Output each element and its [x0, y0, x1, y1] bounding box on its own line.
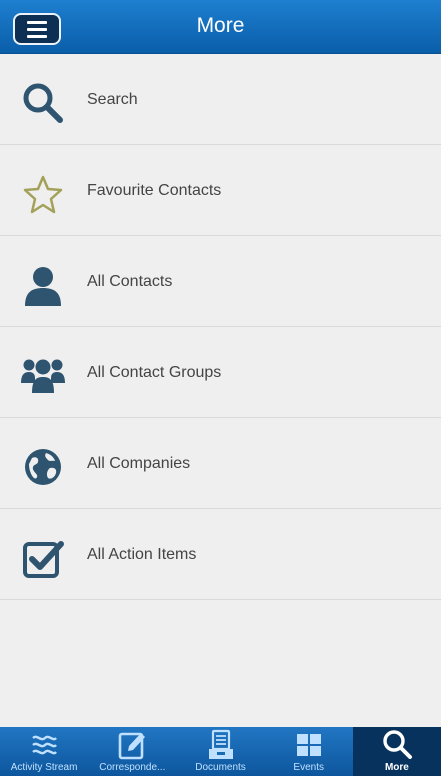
menu-item-label: All Contact Groups [87, 364, 222, 381]
more-menu-list: Search Favourite Contacts All Contacts A… [0, 54, 441, 600]
menu-item-label: All Companies [87, 455, 191, 472]
menu-item-label: All Contacts [87, 273, 173, 290]
tab-documents[interactable]: Documents [176, 727, 264, 776]
menu-item-all-contacts[interactable]: All Contacts [0, 236, 441, 327]
search-icon [383, 730, 412, 759]
star-icon [23, 175, 63, 214]
tab-events[interactable]: Events [265, 727, 353, 776]
grid-icon [296, 734, 321, 756]
menu-item-all-contact-groups[interactable]: All Contact Groups [0, 327, 441, 418]
waves-icon [32, 735, 58, 755]
menu-item-search[interactable]: Search [0, 54, 441, 145]
page-title: More [196, 14, 245, 37]
globe-icon [25, 449, 61, 485]
search-icon [23, 83, 63, 123]
group-icon [21, 359, 65, 393]
tab-label: Activity Stream [10, 762, 78, 773]
menu-item-label: Favourite Contacts [87, 182, 222, 199]
tab-label: Corresponde... [99, 762, 166, 773]
bottom-tab-bar: Activity Stream Corresponde... Documents… [0, 727, 441, 776]
checkbox-icon [23, 541, 64, 578]
person-icon [25, 267, 61, 306]
menu-item-favourite-contacts[interactable]: Favourite Contacts [0, 145, 441, 236]
menu-item-all-action-items[interactable]: All Action Items [0, 509, 441, 600]
menu-item-label: All Action Items [87, 546, 197, 563]
tab-label: Documents [195, 762, 246, 773]
tab-label: Events [293, 762, 324, 773]
header-bar: More [0, 0, 441, 54]
menu-item-all-companies[interactable]: All Companies [0, 418, 441, 509]
tab-activity-stream[interactable]: Activity Stream [0, 727, 88, 776]
edit-icon [118, 732, 146, 760]
tab-correspondence[interactable]: Corresponde... [88, 727, 176, 776]
menu-item-label: Search [87, 91, 138, 108]
tab-label: More [384, 762, 409, 773]
document-tray-icon [208, 729, 233, 759]
tab-more[interactable]: More [352, 727, 441, 776]
